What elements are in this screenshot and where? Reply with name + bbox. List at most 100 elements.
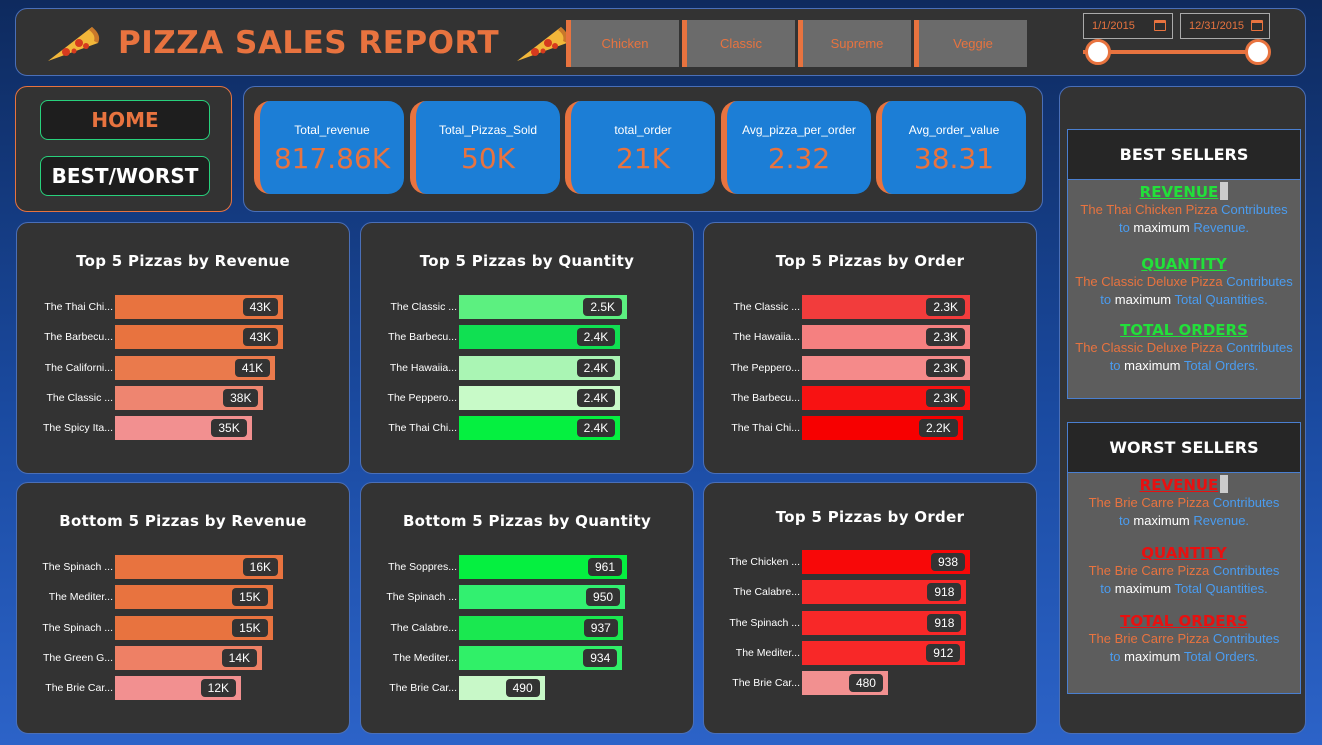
bar[interactable]: 918	[802, 580, 967, 605]
category-veggie-button[interactable]: Veggie	[914, 20, 1027, 67]
bar-row: The Thai Chi... 43K	[17, 295, 349, 319]
bar-row: The Calabre... 918	[704, 580, 1036, 605]
bar[interactable]: 35K	[115, 416, 252, 441]
bar[interactable]: 480	[802, 671, 888, 696]
data-label: 950	[586, 588, 621, 607]
category-label: The Chicken ...	[729, 556, 800, 568]
end-date-text: 12/31/2015	[1189, 20, 1245, 32]
bar[interactable]: 15K	[115, 615, 273, 640]
data-label: 38K	[223, 388, 259, 407]
bar-row: The Spinach ... 918	[704, 610, 1036, 635]
data-label: 961	[587, 558, 622, 576]
category-supreme-button[interactable]: Supreme	[798, 20, 911, 67]
home-button[interactable]: HOME	[40, 100, 210, 140]
bar[interactable]: 2.3K	[802, 355, 970, 380]
start-date-input[interactable]: 1/1/2015	[1083, 13, 1173, 39]
to-text: to	[1109, 649, 1121, 664]
best-sellers-title: BEST SELLERS	[1068, 130, 1300, 180]
bar[interactable]: 43K	[115, 295, 283, 319]
bar[interactable]: 2.4K	[459, 416, 621, 441]
category-label: The Calabre...	[733, 586, 800, 599]
category-label: The Spinach ...	[386, 591, 457, 604]
category-label: The Mediter...	[48, 591, 113, 604]
bar[interactable]: 2.3K	[802, 325, 970, 350]
bar[interactable]: 38K	[115, 385, 264, 410]
bar[interactable]: 912	[802, 640, 966, 665]
bar-row: The Spinach ... 950	[361, 585, 693, 610]
best-revenue-section: REVENUE The Thai Chicken Pizza Contribut…	[1068, 182, 1300, 237]
pizza-name: The Brie Carre Pizza	[1088, 495, 1210, 510]
max-text: maximum	[1114, 292, 1172, 307]
chart-bottom5-quantity: Bottom 5 Pizzas by Quantity The Soppres..…	[360, 482, 694, 734]
bar[interactable]: 918	[802, 610, 967, 635]
metric-text: Total Orders.	[1183, 649, 1259, 664]
date-range-end-handle[interactable]	[1245, 39, 1271, 65]
category-label: The Mediter...	[735, 646, 800, 659]
bar[interactable]: 490	[459, 676, 545, 701]
chart-bottom5-orders: Top 5 Pizzas by Order The Chicken ... 938 T…	[703, 482, 1037, 734]
bar-row: The Classic ... 2.5K	[361, 295, 693, 319]
data-label: 938	[930, 553, 965, 571]
data-label: 15K	[232, 618, 268, 637]
bar[interactable]: 937	[459, 615, 623, 640]
contrib-text: Contributes	[1221, 202, 1288, 217]
pizza-name: The Thai Chicken Pizza	[1080, 202, 1218, 217]
category-label: The Spicy Ita...	[42, 422, 113, 435]
category-label: The Hawaiia...	[732, 331, 800, 344]
kpi-card-total-order: total_order 21K	[565, 101, 715, 194]
bar[interactable]: 2.3K	[802, 295, 970, 319]
section-heading: REVENUE	[1139, 476, 1219, 494]
bar[interactable]: 2.4K	[459, 325, 621, 350]
to-text: to	[1100, 292, 1112, 307]
data-label: 2.2K	[919, 419, 958, 438]
kpi-card-avg-pizza-per-order: Avg_pizza_per_order 2.32	[721, 101, 871, 194]
bar[interactable]: 2.3K	[802, 385, 970, 410]
chart-title: Top 5 Pizzas by Revenue	[76, 252, 290, 270]
kpi-label: total_order	[614, 123, 672, 137]
calendar-icon[interactable]	[1154, 20, 1166, 31]
data-label: 2.3K	[926, 328, 965, 347]
bar[interactable]: 41K	[115, 355, 276, 380]
bar[interactable]: 2.2K	[802, 416, 963, 441]
category-classic-button[interactable]: Classic	[682, 20, 795, 67]
category-label: The Thai Chi...	[388, 422, 457, 435]
section-heading: TOTAL ORDERS	[1120, 321, 1248, 339]
date-range-start-handle[interactable]	[1085, 39, 1111, 65]
bar[interactable]: 15K	[115, 585, 273, 610]
bar-row: The Spinach ... 16K	[17, 555, 349, 579]
category-label: The Spinach ...	[729, 616, 800, 629]
category-slicer: Chicken Classic Supreme Veggie	[566, 20, 1027, 67]
chart-title: Bottom 5 Pizzas by Revenue	[59, 512, 307, 530]
start-date-text: 1/1/2015	[1092, 20, 1135, 32]
bar-row: The Brie Car... 490	[361, 676, 693, 701]
kpi-label: Avg_order_value	[908, 123, 1000, 137]
bar[interactable]: 938	[802, 550, 970, 574]
data-label: 2.5K	[583, 298, 622, 316]
bar[interactable]: 14K	[115, 645, 262, 670]
bar[interactable]: 2.4K	[459, 355, 621, 380]
bar-row: The Peppero... 2.4K	[361, 385, 693, 410]
data-label: 918	[927, 583, 962, 602]
worst-quantity-section: QUANTITY The Brie Carre Pizza Contribute…	[1068, 544, 1300, 598]
chart-title: Bottom 5 Pizzas by Quantity	[402, 512, 652, 530]
data-label: 937	[583, 618, 618, 637]
bar[interactable]: 950	[459, 585, 626, 610]
data-label: 41K	[234, 358, 271, 377]
category-chicken-button[interactable]: Chicken	[566, 20, 679, 67]
best-worst-button[interactable]: BEST/WORST	[40, 156, 210, 196]
navigation-panel: HOME BEST/WORST	[15, 86, 232, 212]
end-date-input[interactable]: 12/31/2015	[1180, 13, 1270, 39]
contrib-text: Contributes	[1226, 340, 1293, 355]
kpi-panel: Total_revenue 817.86K Total_Pizzas_Sold 50…	[243, 86, 1043, 212]
bar[interactable]: 934	[459, 645, 623, 670]
bar[interactable]: 2.4K	[459, 385, 621, 410]
bar[interactable]: 2.5K	[459, 295, 627, 319]
section-heading: TOTAL ORDERS	[1120, 612, 1248, 630]
bar[interactable]: 12K	[115, 676, 241, 701]
bar[interactable]: 961	[459, 555, 627, 579]
bar[interactable]: 43K	[115, 325, 283, 350]
calendar-icon[interactable]	[1251, 20, 1263, 31]
category-label: The Calabre...	[390, 621, 457, 634]
best-worst-sidebar: BEST SELLERS REVENUE The Thai Chicken Pi…	[1059, 86, 1306, 734]
bar[interactable]: 16K	[115, 555, 283, 579]
